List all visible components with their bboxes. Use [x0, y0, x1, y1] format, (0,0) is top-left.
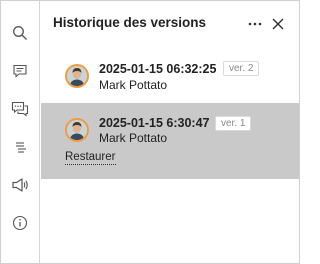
more-horizontal-icon [248, 22, 262, 26]
version-history-window: Historique des versions 2025-01-15 06:32… [0, 0, 300, 264]
close-button[interactable] [268, 14, 288, 34]
version-author: Mark Pottato [99, 131, 168, 145]
version-badge: ver. 2 [223, 61, 260, 76]
chat-icon [11, 101, 29, 117]
search-button[interactable] [8, 21, 32, 45]
announcements-button[interactable] [8, 173, 32, 197]
close-icon [272, 18, 284, 30]
restore-link[interactable]: Restaurer [65, 151, 116, 165]
comment-icon [13, 64, 27, 78]
version-item[interactable]: 2025-01-15 06:32:25 Mark Pottato ver. 2 [41, 53, 299, 99]
megaphone-icon [12, 178, 28, 192]
avatar [65, 118, 89, 142]
panel-header: Historique des versions [41, 1, 299, 47]
avatar [65, 64, 89, 88]
comments-button[interactable] [8, 59, 32, 83]
info-icon [12, 215, 28, 231]
navigation-button[interactable] [8, 135, 32, 159]
version-timestamp: 2025-01-15 6:30:47 [99, 116, 210, 130]
version-history-panel: Historique des versions 2025-01-15 06:32… [41, 1, 299, 263]
info-button[interactable] [8, 211, 32, 235]
version-badge: ver. 1 [215, 116, 252, 131]
search-icon [13, 26, 27, 40]
left-toolbar [1, 1, 40, 263]
version-author: Mark Pottato [99, 78, 168, 92]
version-item-selected[interactable]: 2025-01-15 6:30:47 Mark Pottato ver. 1 R… [41, 103, 299, 179]
chat-button[interactable] [8, 97, 32, 121]
align-text-icon [16, 142, 26, 153]
version-timestamp: 2025-01-15 06:32:25 [99, 62, 217, 76]
more-options-button[interactable] [245, 14, 265, 34]
panel-title: Historique des versions [53, 15, 207, 30]
